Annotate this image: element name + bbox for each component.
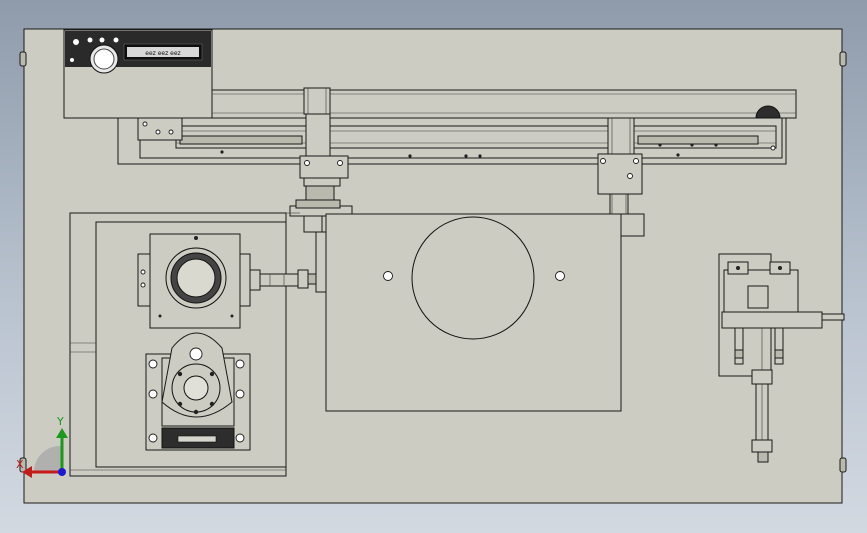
control-panel[interactable]: eez eez eez: [63, 29, 213, 119]
gantry-rail[interactable]: [117, 89, 797, 165]
cad-drawing: eez eez eez Y X: [16, 28, 847, 504]
triad-y-label: Y: [56, 415, 64, 428]
panel-display-text: eez eez eez: [145, 50, 180, 57]
work-plate[interactable]: [325, 213, 622, 412]
triad-x-label: X: [16, 458, 24, 471]
cad-viewport[interactable]: eez eez eez Y X: [0, 0, 867, 533]
